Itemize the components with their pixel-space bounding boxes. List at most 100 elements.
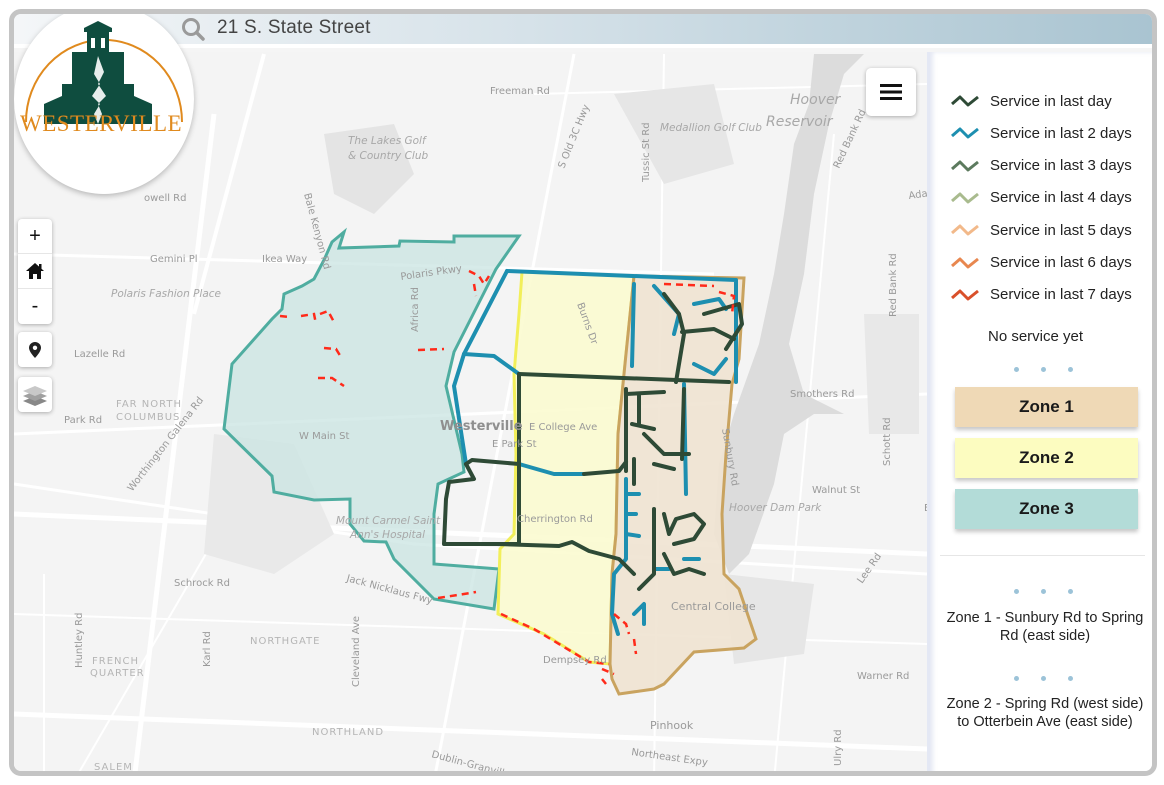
map-label: Dublin-Granville Rd	[430, 749, 527, 776]
map-label: Ikea Way	[262, 254, 307, 265]
zone-2-button[interactable]: Zone 2	[955, 438, 1138, 478]
zigzag-line-icon	[951, 127, 979, 139]
map-label: Schott Rd	[882, 417, 893, 466]
zone-1-description: Zone 1 - Sunbury Rd to Spring Rd (east s…	[946, 610, 1144, 644]
map-label: Cherrington Rd	[517, 514, 593, 525]
locate-button[interactable]	[18, 332, 52, 367]
map-label: Reservoir	[766, 114, 834, 130]
map-label: NORTHGATE	[250, 636, 320, 647]
map-label: Pinhook	[650, 719, 694, 732]
zone-2-description: Zone 2 - Spring Rd (west side) to Otterb…	[946, 696, 1144, 730]
zoom-controls: + -	[18, 219, 52, 324]
layers-icon	[23, 385, 47, 406]
legend-panel: Service in last day Service in last 2 day…	[927, 52, 1157, 776]
zone-3-button[interactable]: Zone 3	[955, 489, 1138, 529]
zigzag-line-icon	[951, 192, 979, 204]
map-label: Park Rd	[64, 415, 102, 426]
legend-label: Service in last 3 days	[990, 157, 1132, 175]
legend-item: Service in last 3 days	[950, 155, 1132, 177]
map-label: W Main St	[299, 431, 349, 442]
map-label: Africa Rd	[410, 287, 421, 332]
map-label: FRENCH	[92, 656, 139, 667]
map-label: Red Bank Rd	[888, 253, 899, 317]
map-label: Lazelle Rd	[74, 349, 125, 360]
map-label: Ulry Rd	[833, 729, 844, 766]
map-label: & Country Club	[348, 150, 428, 162]
map-label: QUARTER	[90, 668, 145, 679]
map-label: E Park St	[492, 439, 537, 450]
zigzag-line-icon	[951, 289, 979, 301]
map-label: owell Rd	[144, 193, 186, 204]
map-label: Warner Rd	[857, 671, 909, 682]
legend-item: Service in last 4 days	[950, 187, 1132, 209]
legend-label: Service in last 4 days	[990, 189, 1132, 207]
layers-button[interactable]	[18, 377, 52, 412]
separator-dots	[930, 772, 1157, 776]
map-label: Central College	[671, 600, 756, 613]
map-label: Tussic St Rd	[641, 122, 652, 183]
menu-button[interactable]	[866, 68, 916, 116]
legend-label: Service in last 5 days	[990, 221, 1132, 239]
home-icon	[26, 263, 44, 279]
map-label: Karl Rd	[202, 631, 213, 667]
map-label: Cleveland Ave	[351, 616, 362, 687]
map-label: Smothers Rd	[790, 389, 854, 400]
park-area	[864, 314, 919, 434]
search-input[interactable]: 21 S. State Street	[217, 17, 371, 39]
map-label: Schrock Rd	[174, 578, 230, 589]
app-frame: 21 S. State Street Freeman Rd Bale Kenyo…	[9, 9, 1157, 776]
map-label: Red Bank Rd	[832, 108, 869, 170]
separator-dots	[930, 668, 1152, 686]
zoom-in-button[interactable]: +	[18, 219, 52, 254]
map-label: Medallion Golf Club	[660, 122, 762, 134]
separator-dots	[930, 581, 1152, 599]
map-label: E College Ave	[529, 422, 597, 433]
map-label: Westerville	[440, 419, 523, 434]
logo-wordmark: WESTERVILLE	[20, 111, 183, 136]
legend-item: Service in last 7 days	[950, 284, 1132, 306]
legend-label: Service in last 6 days	[990, 254, 1132, 271]
map-label: Hoover Dam Park	[729, 502, 822, 514]
legend-item: Service in last day	[950, 90, 1112, 112]
map-label: FAR NORTH	[116, 399, 182, 410]
map-label: Huntley Rd	[74, 613, 85, 668]
map-label: Ann's Hospital	[349, 529, 425, 541]
map-label: Dempsey Rd	[543, 655, 607, 666]
zigzag-line-icon	[951, 160, 979, 172]
map-label: Adams	[908, 186, 927, 202]
hamburger-menu-icon	[880, 84, 902, 100]
map-label: Mount Carmel Saint	[336, 515, 441, 527]
home-button[interactable]	[18, 254, 52, 289]
locate-control	[18, 332, 52, 367]
legend-item: Service in last 2 days	[950, 122, 1132, 144]
map-label: Gemini Pl	[150, 254, 198, 265]
map-label: SALEM	[94, 762, 133, 773]
map-label: COLUMBUS	[116, 412, 180, 423]
map-label: Walnut St	[812, 485, 860, 496]
map-label: The Lakes Golf	[348, 135, 428, 147]
westerville-logo: WESTERVILLE	[14, 14, 194, 194]
legend-label: Service in last 7 days	[990, 286, 1132, 304]
legend-no-service: No service yet	[988, 328, 1084, 345]
location-pin-icon	[29, 341, 41, 358]
legend-label: Service in last 2 days	[990, 124, 1132, 142]
zigzag-line-icon	[951, 224, 979, 236]
legend-label: Service in last day	[990, 92, 1112, 110]
legend-item: Service in last 5 days	[950, 219, 1132, 241]
city-hall-emblem-icon	[25, 21, 183, 124]
map-label: Polaris Fashion Place	[111, 288, 221, 300]
legend-item: Service in last 6 days	[950, 252, 1132, 274]
map-label: NORTHLAND	[312, 727, 384, 738]
map-label: Worthington Galena Rd	[126, 395, 206, 494]
map-label: Northeast Expy	[631, 747, 709, 769]
divider	[940, 555, 1145, 556]
zigzag-line-icon	[951, 257, 979, 268]
zigzag-line-icon	[951, 95, 979, 107]
zoom-out-button[interactable]: -	[18, 289, 52, 324]
separator-dots	[930, 359, 1152, 377]
map-label: Lee Rd	[855, 551, 884, 585]
map-label: Freeman Rd	[490, 86, 550, 97]
layers-control	[18, 377, 52, 412]
park-area	[614, 84, 734, 184]
zone-1-button[interactable]: Zone 1	[955, 387, 1138, 427]
